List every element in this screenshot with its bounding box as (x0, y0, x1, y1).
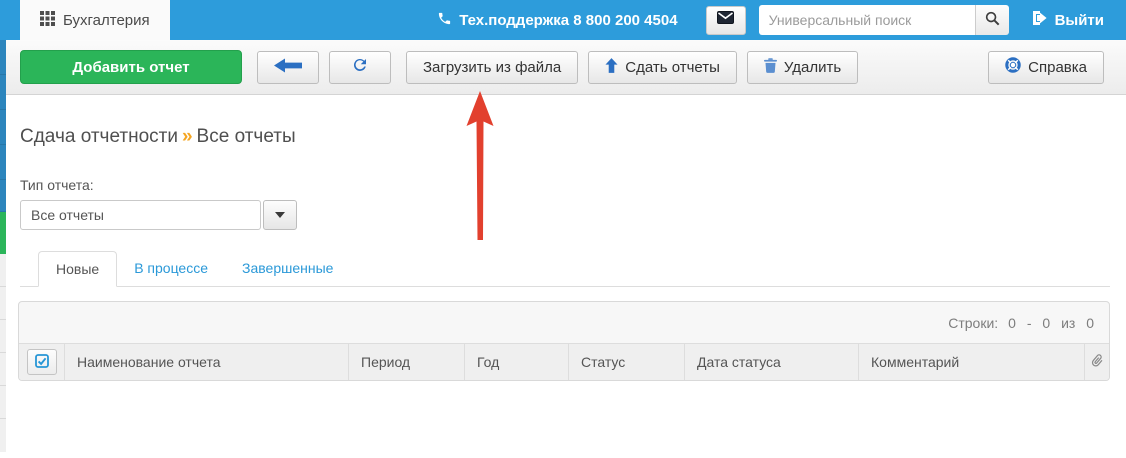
search-input[interactable] (758, 5, 975, 35)
logout-label: Выйти (1054, 11, 1104, 29)
sidebar-strip-item (0, 110, 6, 145)
table-header-row: Наименование отчета Период Год Статус Да… (19, 343, 1109, 380)
sidebar-strip[interactable] (0, 40, 6, 458)
reports-table: Строки: 0 - 0 из 0 Наименование отчета П… (18, 301, 1110, 381)
sidebar-strip-item (0, 40, 6, 75)
column-header-report-name: Наименование отчета (64, 344, 348, 380)
sidebar-strip-item-active (0, 212, 6, 254)
up-arrow-icon (605, 57, 618, 77)
select-all-checkbox[interactable] (26, 349, 57, 375)
support-phone-text: Тех.поддержка 8 800 200 4504 (459, 11, 678, 29)
report-type-selected-value: Все отчеты (20, 200, 261, 230)
select-all-column-header (19, 344, 64, 380)
column-header-comment: Комментарий (858, 344, 1084, 380)
chevron-down-icon (275, 212, 285, 218)
phone-icon (437, 11, 452, 30)
column-header-period: Период (348, 344, 464, 380)
load-from-file-button[interactable]: Загрузить из файла (406, 50, 579, 84)
breadcrumb-current: Все отчеты (196, 126, 296, 147)
attachment-column-header (1084, 344, 1109, 380)
tab-in-progress[interactable]: В процессе (117, 251, 225, 286)
help-label: Справка (1028, 58, 1087, 76)
delete-button[interactable]: Удалить (746, 50, 859, 84)
submit-reports-label: Сдать отчеты (625, 58, 720, 76)
sidebar-strip-item (0, 320, 6, 353)
tab-completed[interactable]: Завершенные (225, 251, 350, 286)
breadcrumb-separator: » (181, 126, 193, 147)
submit-reports-button[interactable]: Сдать отчеты (588, 50, 737, 84)
search-icon (985, 11, 1000, 29)
help-button[interactable]: Справка (988, 50, 1104, 84)
trash-icon (763, 57, 777, 77)
sidebar-strip-item (0, 419, 6, 452)
column-header-year: Год (464, 344, 568, 380)
status-tabs: Новые В процессе Завершенные (20, 251, 1110, 287)
app-tab-label: Бухгалтерия (63, 11, 150, 29)
rows-counter: Строки: 0 - 0 из 0 (19, 302, 1109, 343)
rows-counter-value: 0 - 0 из 0 (1008, 314, 1094, 331)
breadcrumb: Сдача отчетности» Все отчеты (20, 126, 1126, 148)
search-button[interactable] (974, 5, 1009, 35)
sidebar-strip-item (0, 353, 6, 386)
back-button[interactable] (257, 50, 319, 84)
top-header: Бухгалтерия Тех.поддержка 8 800 200 4504… (0, 0, 1126, 40)
breadcrumb-section: Сдача отчетности (20, 126, 178, 147)
paperclip-icon (1090, 353, 1104, 371)
logout-icon (1031, 10, 1047, 30)
help-icon (1005, 57, 1021, 77)
rows-counter-label: Строки: (948, 314, 999, 331)
sidebar-strip-item (0, 75, 6, 110)
delete-label: Удалить (783, 58, 842, 76)
sidebar-strip-item (0, 254, 6, 287)
support-phone: Тех.поддержка 8 800 200 4504 (437, 0, 678, 40)
back-arrow-icon (274, 58, 302, 77)
messages-button[interactable] (705, 5, 746, 35)
sidebar-strip-item (0, 386, 6, 419)
select-dropdown-button[interactable] (263, 200, 297, 230)
tab-new[interactable]: Новые (38, 251, 118, 287)
sidebar-strip-item (0, 180, 6, 212)
column-header-status-date: Дата статуса (684, 344, 858, 380)
sidebar-strip-item (0, 145, 6, 180)
tab-buhgalteria[interactable]: Бухгалтерия (20, 0, 170, 40)
universal-search (758, 5, 1009, 35)
column-header-status: Статус (568, 344, 684, 380)
checkbox-checked-icon (34, 353, 49, 371)
grid-icon (40, 10, 55, 30)
refresh-button[interactable] (329, 50, 391, 84)
report-type-label: Тип отчета: (20, 177, 94, 193)
sidebar-strip-item (0, 287, 6, 320)
toolbar: Добавить отчет Загрузить из файла Сдать … (0, 40, 1126, 95)
add-report-button[interactable]: Добавить отчет (20, 50, 242, 84)
logout-button[interactable]: Выйти (1031, 0, 1104, 40)
refresh-icon (351, 56, 369, 78)
report-type-select[interactable]: Все отчеты (20, 200, 297, 230)
envelope-icon (717, 11, 735, 29)
